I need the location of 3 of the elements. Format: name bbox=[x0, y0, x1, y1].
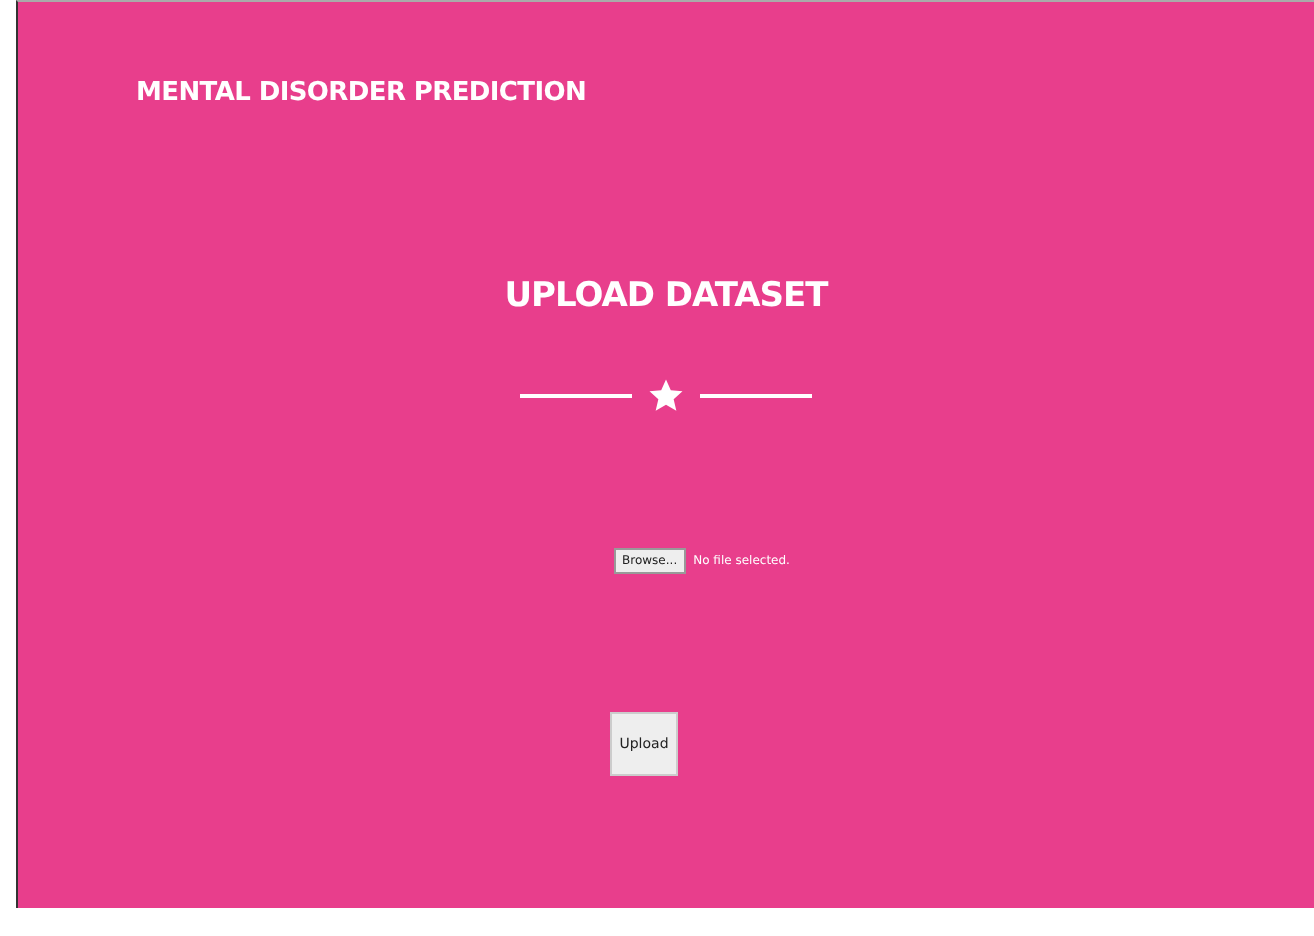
star-icon bbox=[648, 378, 684, 414]
site-title: MENTAL DISORDER PREDICTION bbox=[136, 78, 587, 108]
page-heading: UPLOAD DATASET bbox=[504, 276, 828, 316]
